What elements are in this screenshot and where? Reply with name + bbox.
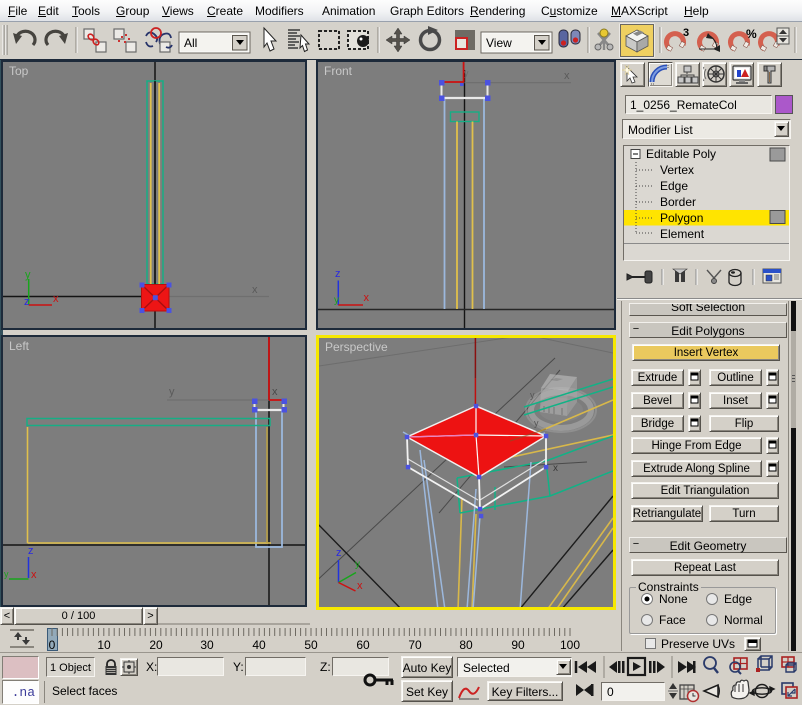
svg-text:0: 0 [49,638,56,652]
svg-text:View: View [486,36,512,50]
svg-text:Element: Element [660,227,705,241]
svg-text:100: 100 [560,638,580,652]
svg-text:x: x [31,569,37,581]
svg-text:x: x [357,580,363,592]
svg-text:Face: Face [659,613,686,627]
svg-text:y: y [534,418,539,428]
svg-text:Border: Border [660,195,696,209]
svg-text:None: None [659,592,688,606]
svg-text:Polygon: Polygon [660,211,703,225]
svg-text:60: 60 [356,638,370,652]
svg-text:y: y [25,269,31,281]
svg-text:90: 90 [511,638,525,652]
svg-text:x: x [252,284,258,296]
svg-text:All: All [184,36,197,50]
svg-text:Edge: Edge [724,592,752,606]
svg-text:y: y [169,386,175,398]
svg-text:10: 10 [97,638,111,652]
svg-text:3: 3 [683,27,689,39]
svg-text:Normal: Normal [724,613,763,627]
svg-text:30: 30 [200,638,214,652]
svg-text:z: z [24,296,30,308]
svg-text:x: x [564,70,570,82]
svg-text:x: x [364,292,370,304]
svg-text:40: 40 [252,638,266,652]
svg-text:y: y [355,559,360,570]
svg-text:x: x [553,463,558,474]
svg-text:y: y [4,569,9,579]
svg-text:x: x [53,293,59,305]
svg-text:50: 50 [304,638,318,652]
svg-text:z: z [336,547,342,559]
svg-text:Vertex: Vertex [660,163,694,177]
svg-text:z: z [28,545,34,557]
svg-text:y: y [530,390,535,400]
svg-text:Edge: Edge [660,179,688,193]
svg-text:y: y [464,68,469,78]
svg-text:70: 70 [408,638,422,652]
svg-text:z: z [335,268,341,280]
svg-text:Editable Poly: Editable Poly [646,147,716,161]
svg-text:x: x [272,386,278,398]
svg-text:y: y [334,295,339,306]
svg-text:%: % [746,27,757,41]
svg-text:20: 20 [149,638,163,652]
svg-text:80: 80 [459,638,473,652]
